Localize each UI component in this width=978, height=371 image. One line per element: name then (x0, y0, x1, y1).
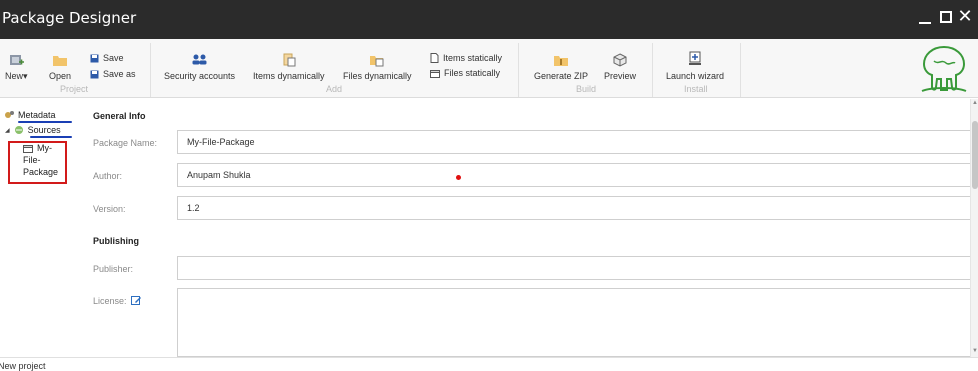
package-name-input[interactable] (177, 130, 973, 154)
save-button-label: Save (103, 53, 124, 63)
annotation-underline (30, 136, 72, 138)
maximize-icon (940, 11, 952, 23)
items-dynamically-button[interactable]: Items dynamically (253, 53, 325, 81)
ribbon-separator (740, 43, 741, 97)
security-accounts-label: Security accounts (164, 71, 236, 81)
files-statically-label: Files statically (444, 68, 501, 78)
tree-logo-icon (921, 45, 967, 92)
save-as-icon (90, 70, 99, 78)
scroll-thumb[interactable] (972, 121, 978, 189)
vertical-scrollbar[interactable]: ▲ ▼ (970, 99, 978, 357)
license-textarea[interactable] (177, 288, 973, 357)
license-label: License: (93, 296, 127, 306)
open-button[interactable]: Open (49, 53, 71, 81)
files-dynamically-label: Files dynamically (343, 71, 412, 81)
group-label-install: Install (684, 84, 708, 94)
document-icon (430, 53, 439, 63)
launch-wizard-button[interactable]: Launch wizard (666, 51, 724, 81)
ribbon-separator (652, 43, 653, 97)
files-dynamically-button[interactable]: Files dynamically (343, 53, 412, 81)
author-label: Author: (93, 171, 123, 181)
tree-item-metadata-label: Metadata (18, 110, 56, 120)
tree-item-metadata[interactable]: Metadata (4, 110, 56, 120)
package-form: General Info Package Name: Author: Versi… (82, 99, 973, 357)
publishing-heading: Publishing (93, 236, 139, 246)
items-statically-label: Items statically (443, 53, 503, 63)
title-bar: Package Designer ✕ (0, 0, 978, 39)
users-icon (192, 54, 207, 65)
version-input[interactable] (177, 196, 973, 220)
group-label-add: Add (326, 84, 343, 94)
zip-folder-icon (554, 56, 569, 66)
ribbon-separator (518, 43, 519, 97)
preview-label: Preview (604, 71, 637, 81)
publisher-input[interactable] (177, 256, 973, 280)
new-button[interactable]: New▾ (5, 53, 28, 82)
save-as-button[interactable]: Save as (90, 69, 136, 79)
version-label: Version: (93, 204, 126, 214)
sources-icon (14, 126, 23, 134)
tree-item-sources[interactable]: ◢ Sources (5, 125, 61, 135)
preview-button[interactable]: Preview (604, 53, 636, 81)
save-button[interactable]: Save (90, 53, 124, 63)
files-dynamic-icon (370, 56, 384, 67)
new-dropdown-arrow: ▾ (23, 71, 28, 81)
package-box-icon (613, 53, 627, 67)
highlight-box (8, 141, 67, 184)
items-statically-button[interactable]: Items statically (430, 53, 502, 63)
security-accounts-button[interactable]: Security accounts (164, 53, 235, 81)
package-name-label: Package Name: (93, 138, 158, 148)
new-button-label: New (5, 71, 24, 81)
wizard-icon (689, 51, 702, 65)
publisher-label: Publisher: (93, 264, 134, 274)
author-input[interactable] (177, 163, 973, 187)
open-button-label: Open (49, 71, 72, 81)
annotation-underline (18, 121, 72, 123)
maximize-button[interactable] (937, 6, 955, 28)
new-package-icon (10, 55, 25, 65)
metadata-icon (5, 111, 14, 118)
folder-open-icon (53, 56, 68, 66)
group-label-build: Build (576, 84, 597, 94)
minimize-button[interactable] (916, 6, 934, 28)
generate-zip-label: Generate ZIP (534, 71, 589, 81)
scroll-down-icon[interactable]: ▼ (971, 347, 978, 355)
save-icon (90, 54, 99, 62)
status-text: New project (0, 361, 46, 371)
project-tree: Metadata ◢ Sources My- File- Package (0, 99, 82, 357)
files-statically-button[interactable]: Files statically (430, 68, 500, 78)
ribbon-toolbar: New▾ Open Save Save as Project Security … (0, 39, 978, 98)
status-bar: New project (0, 357, 978, 371)
edit-license-icon[interactable] (131, 295, 142, 306)
window-title: Package Designer (2, 9, 137, 27)
items-dynamic-icon (283, 53, 296, 67)
generate-zip-button[interactable]: Generate ZIP (534, 53, 588, 81)
close-button[interactable]: ✕ (956, 6, 974, 28)
expand-arrow-icon[interactable]: ◢ (5, 127, 10, 134)
minimize-icon (919, 22, 931, 24)
tree-item-sources-label: Sources (27, 125, 61, 135)
launch-wizard-label: Launch wizard (666, 71, 725, 81)
scroll-up-icon[interactable]: ▲ (971, 99, 978, 107)
save-as-button-label: Save as (103, 69, 136, 79)
group-label-project: Project (60, 84, 89, 94)
folder-icon (430, 69, 440, 78)
items-dynamically-label: Items dynamically (253, 71, 325, 81)
general-info-heading: General Info (93, 111, 146, 121)
close-icon: ✕ (957, 6, 973, 27)
ribbon-separator (150, 43, 151, 97)
annotation-dot (456, 175, 461, 180)
